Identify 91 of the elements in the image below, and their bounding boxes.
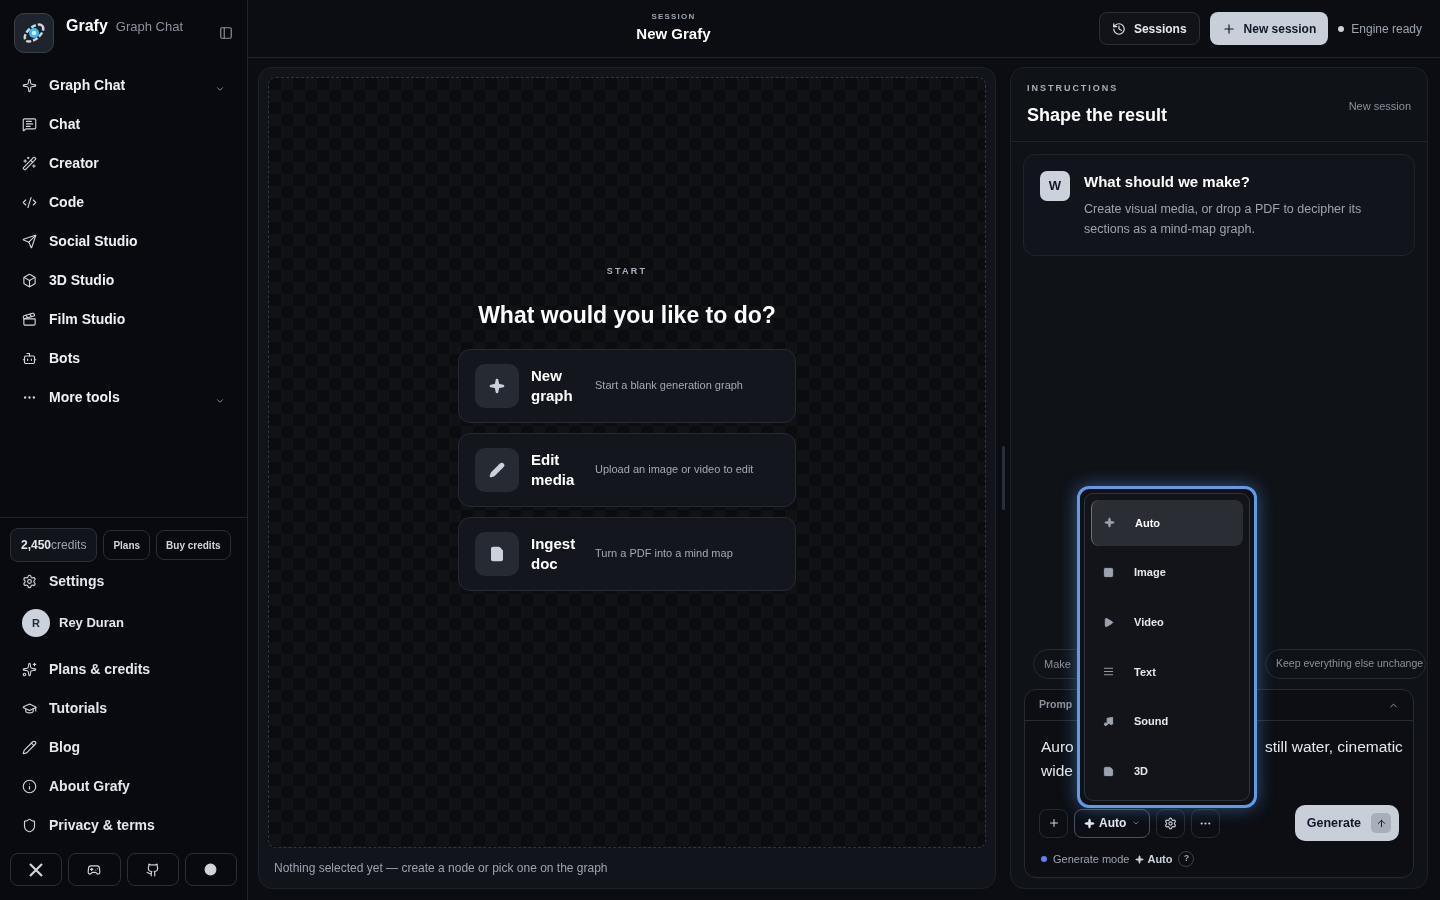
nav-item[interactable]: Social Studio — [10, 222, 237, 261]
plus-icon — [1221, 21, 1236, 36]
nav-item[interactable]: Graph Chat — [10, 66, 237, 105]
sidebar-link[interactable]: Plans & credits — [10, 650, 237, 689]
discord-link-button[interactable] — [68, 853, 121, 886]
selection-status: Nothing selected yet — create a node or pick one on the graph — [274, 860, 608, 877]
chat-icon — [22, 117, 37, 132]
nav-item[interactable]: Film Studio — [10, 300, 237, 339]
credits-button[interactable]: Buy credits — [156, 530, 231, 560]
app-logo[interactable] — [14, 13, 54, 53]
code-icon — [22, 195, 37, 210]
prompt-label: Promp — [1039, 697, 1073, 713]
plus-icon — [1047, 817, 1060, 829]
pencil-icon — [22, 740, 37, 755]
session-label: SESSION — [651, 11, 696, 24]
app-name: Grafy — [66, 16, 108, 36]
start-label: START — [606, 264, 648, 278]
film-icon — [22, 312, 37, 327]
music-note-icon — [1103, 716, 1114, 727]
circle-link-button[interactable] — [184, 853, 237, 886]
sidebar-link[interactable]: Tutorials — [10, 689, 237, 728]
nav-item[interactable]: 3D Studio — [10, 261, 237, 300]
sparkle-icon — [1104, 517, 1115, 529]
menu-item[interactable]: Image — [1091, 549, 1243, 596]
menu-item[interactable]: Video — [1091, 599, 1243, 645]
settings-icon — [22, 573, 37, 589]
resize-handle[interactable] — [1001, 446, 1005, 510]
logo-icon — [21, 20, 47, 46]
sparkle-icon — [489, 377, 505, 394]
sidebar-link[interactable]: Privacy & terms — [10, 806, 237, 845]
history-icon — [1111, 21, 1126, 36]
app-subtitle: Graph Chat — [115, 18, 183, 36]
sparkle-icon — [1135, 854, 1145, 864]
nav-item[interactable]: Code — [10, 183, 237, 222]
circle-icon — [204, 863, 218, 876]
session-name: New session — [1348, 99, 1411, 114]
lines-icon — [1103, 666, 1114, 678]
sparkle-icon — [22, 662, 37, 677]
credits-button[interactable]: Plans — [103, 530, 151, 560]
graduation-cap-icon — [22, 701, 37, 716]
assistant-avatar: W — [1040, 170, 1070, 201]
document-icon — [489, 545, 505, 562]
robot-icon — [22, 351, 37, 366]
mode-value: Auto — [1147, 851, 1173, 867]
x-link-button[interactable] — [10, 853, 63, 886]
nav-item[interactable]: Creator — [10, 144, 237, 183]
shield-icon — [22, 818, 37, 833]
nav-item[interactable]: Chat — [10, 105, 237, 144]
github-icon — [145, 862, 160, 877]
start-option[interactable]: New graph Start a blank generation graph — [458, 348, 796, 423]
generate-button[interactable]: Generate — [1294, 805, 1399, 841]
settings-icon — [1164, 816, 1178, 830]
header-button[interactable]: Sessions — [1098, 12, 1200, 45]
info-icon — [22, 779, 37, 794]
graph-canvas[interactable]: START What would you like to do? New graph Start a blank generation graph Edit media Upload an image or video to edit Ingest doc Turn a PDF into a mind map — [268, 77, 986, 848]
session-title: New Grafy — [636, 24, 711, 45]
github-link-button[interactable] — [126, 853, 179, 886]
menu-item[interactable]: Sound — [1091, 698, 1243, 745]
user-name[interactable]: Rey Duran — [59, 613, 125, 633]
mode-label: Generate mode — [1053, 851, 1130, 867]
settings-item[interactable]: Settings — [10, 562, 237, 600]
menu-item[interactable]: 3D — [1091, 748, 1243, 795]
nav-item[interactable]: Bots — [10, 339, 237, 378]
caret-icon — [1132, 819, 1141, 827]
menu-item[interactable]: Auto — [1091, 500, 1243, 546]
sparkle-icon — [1084, 817, 1095, 829]
start-option[interactable]: Edit media Upload an image or video to edit — [458, 432, 796, 507]
add-button[interactable] — [1039, 808, 1068, 838]
pencil-icon — [489, 461, 505, 478]
sidebar-link[interactable]: Blog — [10, 728, 237, 767]
send-icon — [22, 234, 37, 249]
gamepad-icon — [87, 862, 102, 877]
card-title: What should we make? — [1084, 171, 1251, 192]
start-option[interactable]: Ingest doc Turn a PDF into a mind map — [458, 516, 796, 591]
x-icon — [29, 862, 44, 877]
instructions-label: INSTRUCTIONS — [1027, 82, 1120, 95]
engine-status: Engine ready — [1351, 20, 1422, 38]
instructions-title: Shape the result — [1027, 103, 1168, 127]
user-avatar: R — [22, 609, 50, 637]
wand-icon — [22, 156, 37, 171]
credits-badge: 2,450credits — [10, 528, 98, 562]
header-button[interactable]: New session — [1209, 12, 1329, 45]
card-text: Create visual media, or drop a PDF to decipher its sections as a mind-map graph. — [1084, 201, 1363, 238]
start-heading: What would you like to do? — [478, 301, 776, 330]
play-icon — [1103, 616, 1114, 628]
sidebar-toggle-icon[interactable] — [219, 26, 233, 40]
arrow-up-icon — [1371, 813, 1391, 833]
sparkle-icon — [22, 78, 37, 93]
sidebar-link[interactable]: About Grafy — [10, 767, 237, 806]
nav-item[interactable]: More tools — [10, 378, 237, 417]
menu-item[interactable]: Text — [1091, 649, 1243, 695]
